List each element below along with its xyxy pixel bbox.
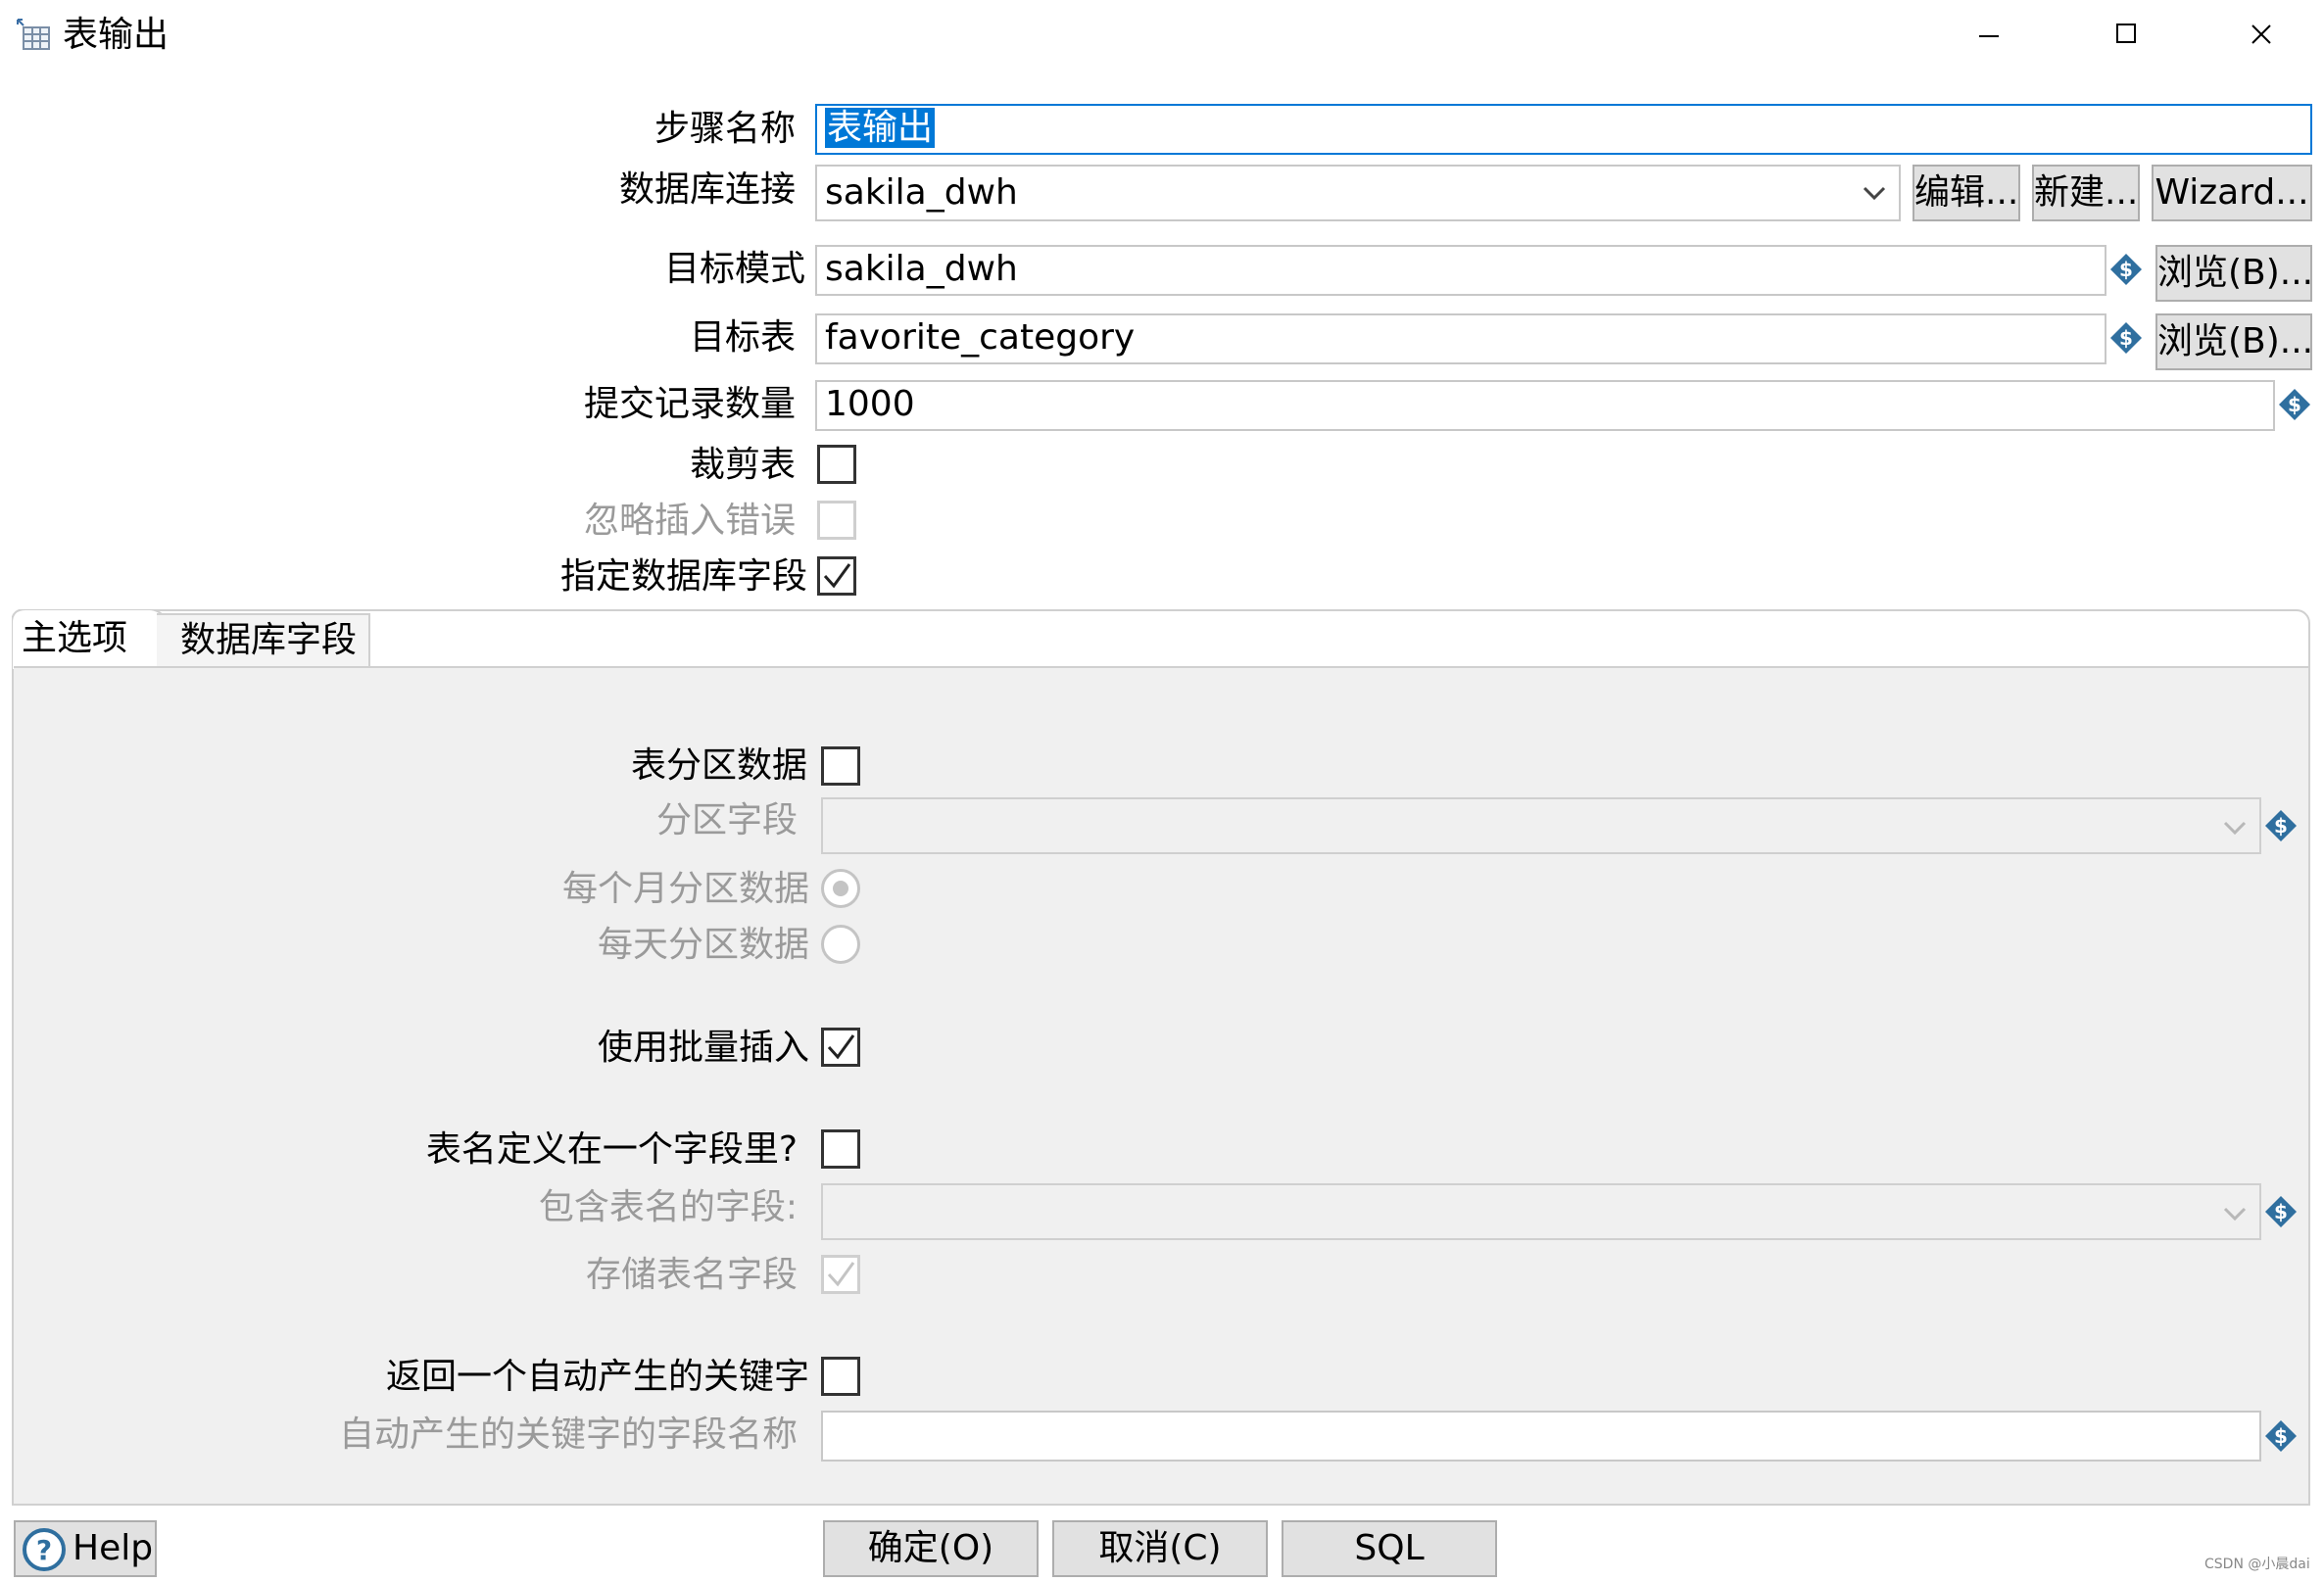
table-name-field-label: 包含表名的字段: bbox=[538, 1187, 798, 1227]
table-in-field-label: 表名定义在一个字段里? bbox=[425, 1129, 798, 1170]
table-in-field-checkbox[interactable] bbox=[821, 1129, 860, 1169]
chevron-down-icon bbox=[2223, 1207, 2247, 1222]
connection-select[interactable]: sakila_dwh bbox=[815, 165, 1901, 221]
variable-icon[interactable]: $ bbox=[2108, 252, 2144, 287]
partition-label: 表分区数据 bbox=[630, 745, 807, 786]
minimize-button[interactable] bbox=[1960, 10, 2018, 59]
watermark: CSDN @小晨dai bbox=[2204, 1557, 2310, 1572]
batch-insert-checkbox[interactable] bbox=[821, 1028, 860, 1067]
close-button[interactable] bbox=[2232, 10, 2291, 59]
browse-table-button[interactable]: 浏览(B)... bbox=[2155, 313, 2312, 370]
daily-partition-radio[interactable] bbox=[821, 925, 860, 964]
chevron-down-icon bbox=[2223, 821, 2247, 836]
maximize-button[interactable] bbox=[2097, 10, 2155, 59]
table-icon bbox=[17, 19, 50, 50]
partition-field-select[interactable] bbox=[821, 797, 2261, 854]
connection-label: 数据库连接 bbox=[618, 169, 796, 210]
partition-field-label: 分区字段 bbox=[655, 800, 798, 840]
table-name-field-select[interactable] bbox=[821, 1183, 2261, 1240]
tab-content bbox=[14, 668, 2308, 1504]
title-bar: 表输出 bbox=[0, 0, 2324, 69]
svg-text:$: $ bbox=[2274, 1424, 2288, 1448]
browse-schema-button[interactable]: 浏览(B)... bbox=[2155, 245, 2312, 302]
svg-text:$: $ bbox=[2274, 1200, 2288, 1223]
svg-text:?: ? bbox=[36, 1534, 52, 1566]
specify-fields-label: 指定数据库字段 bbox=[559, 556, 807, 597]
daily-partition-label: 每天分区数据 bbox=[597, 925, 809, 965]
svg-text:$: $ bbox=[2119, 258, 2133, 281]
close-icon bbox=[2251, 24, 2271, 44]
key-field-name-input[interactable] bbox=[821, 1411, 2261, 1462]
return-key-label: 返回一个自动产生的关键字 bbox=[385, 1357, 809, 1397]
return-key-checkbox[interactable] bbox=[821, 1357, 860, 1396]
tab-label: 主选项 bbox=[22, 618, 128, 658]
cancel-button[interactable]: 取消(C) bbox=[1052, 1520, 1268, 1577]
step-name-label: 步骤名称 bbox=[654, 109, 796, 149]
svg-text:$: $ bbox=[2274, 814, 2288, 838]
check-icon bbox=[827, 1034, 855, 1060]
variable-icon[interactable]: $ bbox=[2277, 387, 2312, 422]
tab-main-options[interactable]: 主选项 bbox=[12, 609, 187, 670]
help-icon: ? bbox=[23, 1528, 66, 1571]
check-icon bbox=[827, 1262, 855, 1287]
minimize-icon bbox=[1979, 35, 1999, 37]
window-title: 表输出 bbox=[63, 15, 169, 55]
commit-size-label: 提交记录数量 bbox=[583, 384, 796, 424]
key-field-name-label: 自动产生的关键字的字段名称 bbox=[338, 1414, 798, 1455]
variable-icon[interactable]: $ bbox=[2108, 320, 2144, 356]
partition-checkbox[interactable] bbox=[821, 746, 860, 786]
help-label: Help bbox=[73, 1528, 154, 1568]
store-table-name-label: 存储表名字段 bbox=[585, 1255, 798, 1295]
truncate-label: 裁剪表 bbox=[689, 445, 796, 485]
specify-fields-checkbox[interactable] bbox=[817, 556, 856, 596]
edit-connection-button[interactable]: 编辑... bbox=[1912, 165, 2020, 221]
ignore-errors-label: 忽略插入错误 bbox=[583, 501, 796, 541]
tab-label: 数据库字段 bbox=[180, 620, 358, 660]
help-button[interactable]: ? Help bbox=[14, 1520, 157, 1577]
truncate-checkbox[interactable] bbox=[817, 445, 856, 484]
monthly-partition-radio[interactable] bbox=[821, 869, 860, 908]
ignore-errors-checkbox[interactable] bbox=[817, 501, 856, 540]
target-table-input[interactable]: favorite_category bbox=[815, 313, 2106, 364]
schema-label: 目标模式 bbox=[663, 249, 805, 289]
sql-button[interactable]: SQL bbox=[1282, 1520, 1497, 1577]
svg-text:$: $ bbox=[2119, 326, 2133, 350]
variable-icon[interactable]: $ bbox=[2263, 1194, 2299, 1229]
connection-value: sakila_dwh bbox=[825, 172, 1018, 213]
svg-text:$: $ bbox=[2288, 393, 2301, 416]
variable-icon[interactable]: $ bbox=[2263, 1418, 2299, 1454]
monthly-partition-label: 每个月分区数据 bbox=[561, 869, 809, 909]
check-icon bbox=[823, 563, 851, 589]
maximize-icon bbox=[2116, 24, 2136, 43]
new-connection-button[interactable]: 新建... bbox=[2032, 165, 2140, 221]
schema-input[interactable]: sakila_dwh bbox=[815, 245, 2106, 296]
target-table-label: 目标表 bbox=[689, 317, 796, 358]
wizard-button[interactable]: Wizard... bbox=[2152, 165, 2312, 221]
batch-insert-label: 使用批量插入 bbox=[597, 1028, 809, 1068]
commit-size-input[interactable]: 1000 bbox=[815, 380, 2275, 431]
step-name-input[interactable]: 表输出 bbox=[815, 104, 2312, 155]
store-table-name-checkbox[interactable] bbox=[821, 1255, 860, 1294]
ok-button[interactable]: 确定(O) bbox=[823, 1520, 1039, 1577]
tab-database-fields[interactable]: 数据库字段 bbox=[157, 613, 370, 668]
chevron-down-icon bbox=[1863, 186, 1886, 201]
step-name-selected-text: 表输出 bbox=[825, 108, 936, 148]
variable-icon[interactable]: $ bbox=[2263, 808, 2299, 843]
